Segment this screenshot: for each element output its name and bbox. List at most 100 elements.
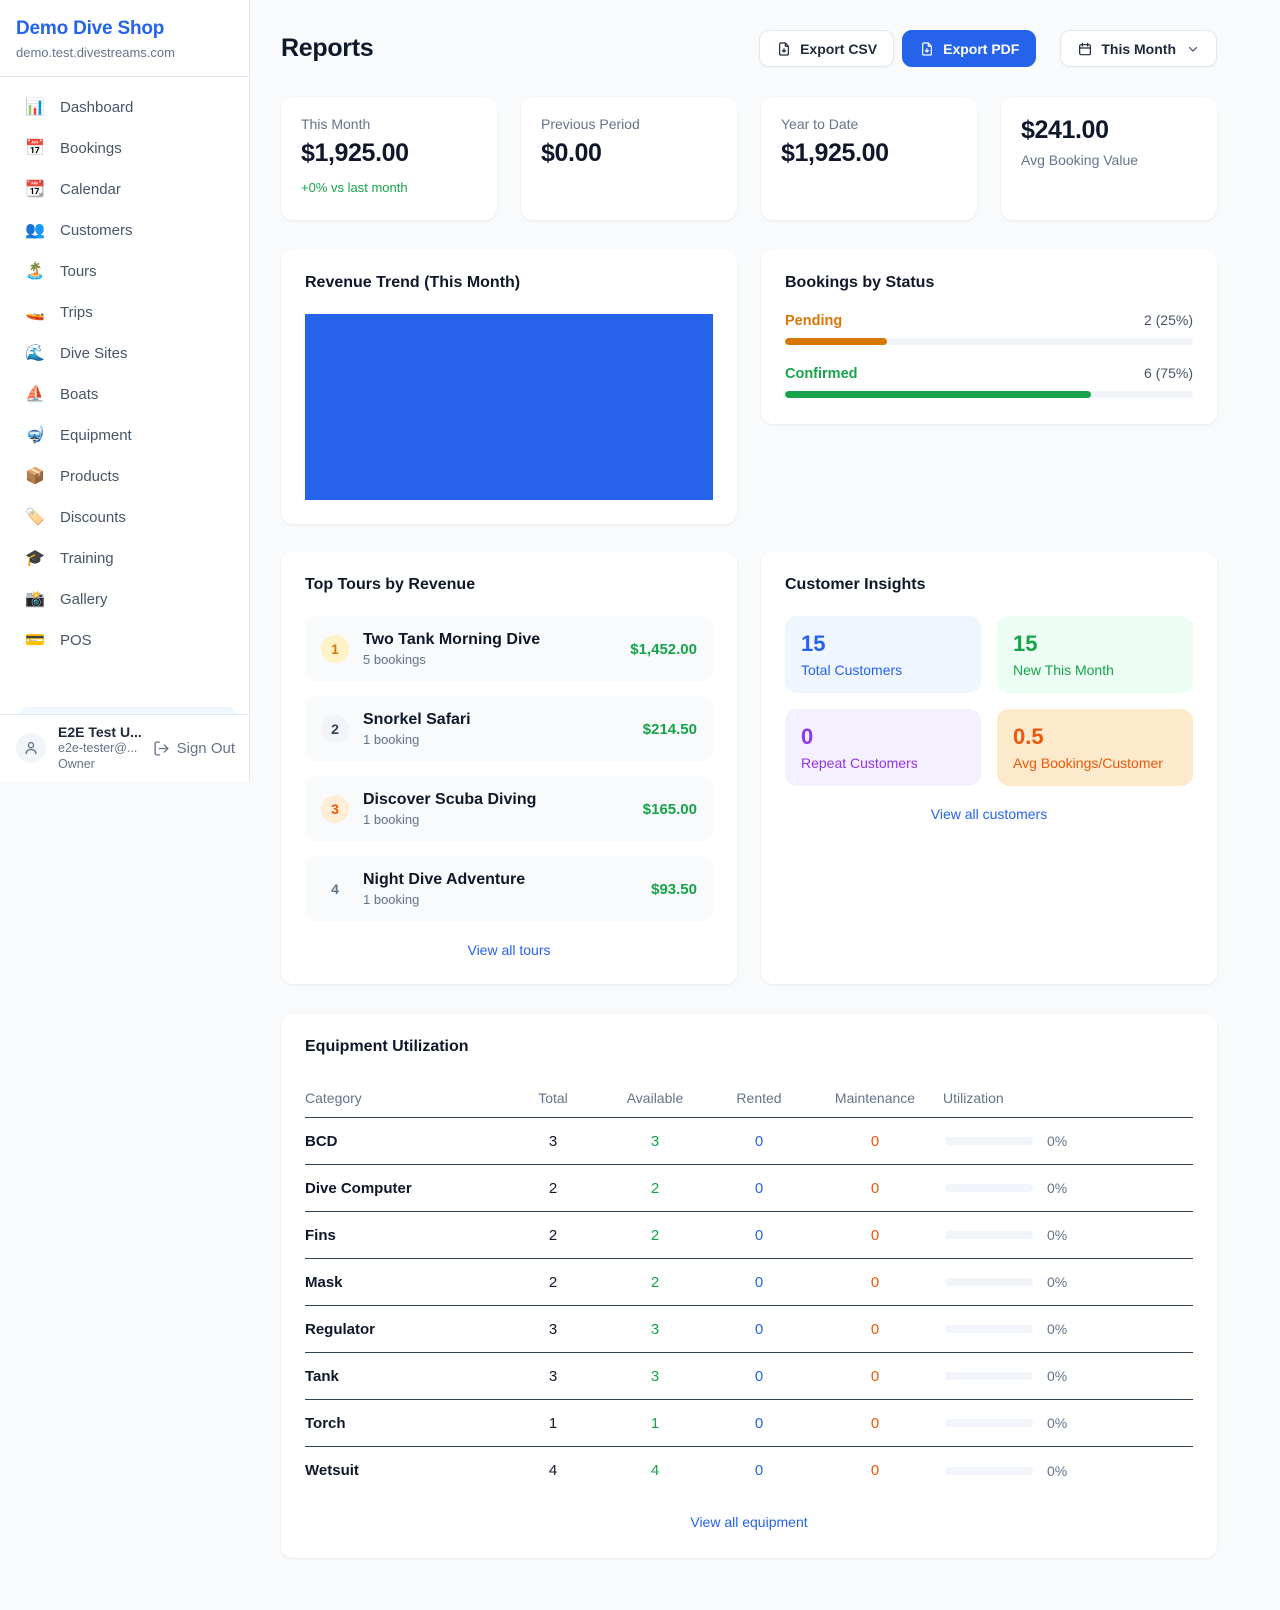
sign-out-icon (153, 740, 170, 757)
view-all-tours-link[interactable]: View all tours (467, 942, 550, 958)
user-name: E2E Test U... (58, 724, 141, 742)
sidebar-item-icon: 🤿 (24, 425, 46, 445)
revenue-trend-title: Revenue Trend (This Month) (305, 274, 713, 292)
sidebar-item[interactable]: 🎓 Training (12, 538, 237, 578)
equipment-row: Regulator 3 3 0 0 0% (305, 1306, 1193, 1353)
equipment-category: Wetsuit (305, 1462, 507, 1479)
export-csv-button[interactable]: Export CSV (759, 30, 894, 67)
equipment-category: BCD (305, 1133, 507, 1150)
view-all-customers-link[interactable]: View all customers (931, 806, 1047, 822)
stat-card: Avg Booking Value $241.00 (1001, 97, 1217, 220)
view-all-equipment-link[interactable]: View all equipment (690, 1514, 807, 1530)
insight-label: Repeat Customers (801, 755, 965, 771)
file-download-icon (919, 41, 935, 57)
col-header-rented: Rented (711, 1090, 807, 1106)
stat-label: Avg Booking Value (1021, 152, 1197, 168)
status-label: Confirmed (785, 366, 858, 382)
insight-value: 15 (1013, 631, 1177, 657)
sidebar-item[interactable]: 📅 Bookings (12, 128, 237, 168)
equipment-total: 2 (507, 1274, 599, 1291)
sidebar-item-label: Dashboard (60, 99, 133, 116)
tour-revenue: $93.50 (651, 881, 697, 898)
customer-insights-card: Customer Insights 15 Total Customers 15 … (761, 552, 1217, 984)
insight-label: Avg Bookings/Customer (1013, 755, 1177, 771)
tour-row: 3 Discover Scuba Diving 1 booking $165.0… (305, 776, 713, 842)
stats-row: This Month $1,925.00 +0% vs last month P… (281, 97, 1217, 220)
equipment-row: Dive Computer 2 2 0 0 0% (305, 1165, 1193, 1212)
col-header-available: Available (599, 1090, 711, 1106)
sidebar-item-icon: 🌊 (24, 343, 46, 363)
equipment-maintenance: 0 (807, 1462, 943, 1479)
sidebar-item-reports-partial[interactable] (20, 707, 235, 714)
equipment-maintenance: 0 (807, 1368, 943, 1385)
equipment-row: Torch 1 1 0 0 0% (305, 1400, 1193, 1447)
main-content: Reports Export CSV Export PDF (250, 0, 1280, 1598)
equipment-utilization-card: Equipment Utilization Category Total Ava… (281, 1014, 1217, 1558)
sidebar-item[interactable]: 🚤 Trips (12, 292, 237, 332)
insight-tile: 15 New This Month (997, 616, 1193, 693)
utilization-percent: 0% (1047, 1274, 1067, 1290)
sidebar-item[interactable]: ⛵ Boats (12, 374, 237, 414)
sidebar-item[interactable]: 🏷️ Discounts (12, 497, 237, 537)
utilization-bar-track (945, 1419, 1033, 1427)
equipment-rented: 0 (711, 1368, 807, 1385)
tour-row: 1 Two Tank Morning Dive 5 bookings $1,45… (305, 616, 713, 682)
period-dropdown[interactable]: This Month (1060, 30, 1217, 67)
user-role: Owner (58, 757, 141, 773)
sidebar-item-icon: ⛵ (24, 384, 46, 404)
sidebar-item-icon: 👥 (24, 220, 46, 240)
status-bar-fill (785, 338, 887, 345)
status-bar-track (785, 391, 1193, 398)
sidebar-item-icon: 🚤 (24, 302, 46, 322)
insight-tile: 0 Repeat Customers (785, 709, 981, 786)
sign-out-button[interactable]: Sign Out (153, 740, 235, 757)
equipment-rented: 0 (711, 1180, 807, 1197)
equipment-category: Fins (305, 1227, 507, 1244)
sidebar-item[interactable]: 🌊 Dive Sites (12, 333, 237, 373)
insight-value: 0.5 (1013, 724, 1177, 750)
utilization-percent: 0% (1047, 1133, 1067, 1149)
export-pdf-button[interactable]: Export PDF (902, 30, 1036, 67)
utilization-percent: 0% (1047, 1415, 1067, 1431)
sidebar-item-icon: 🎓 (24, 548, 46, 568)
sidebar-item[interactable]: 📸 Gallery (12, 579, 237, 619)
equipment-available: 2 (599, 1227, 711, 1244)
utilization-percent: 0% (1047, 1463, 1067, 1479)
sidebar-item[interactable]: 💳 POS (12, 620, 237, 660)
tour-name: Snorkel Safari (363, 711, 629, 729)
sidebar-item[interactable]: 📊 Dashboard (12, 87, 237, 127)
charts-row: Revenue Trend (This Month) Bookings by S… (281, 250, 1217, 524)
utilization-bar-track (945, 1184, 1033, 1192)
sidebar-item[interactable]: 🏝️ Tours (12, 251, 237, 291)
sidebar-item-label: Tours (60, 263, 97, 280)
equipment-row: Mask 2 2 0 0 0% (305, 1259, 1193, 1306)
stat-label: Previous Period (541, 116, 717, 132)
insight-label: New This Month (1013, 662, 1177, 678)
tour-bookings: 1 booking (363, 892, 637, 907)
status-count: 2 (25%) (1144, 312, 1193, 328)
sidebar-item[interactable]: 👥 Customers (12, 210, 237, 250)
stat-value: $0.00 (541, 139, 717, 168)
sidebar-item-icon: 🏝️ (24, 261, 46, 281)
sidebar-item[interactable]: 🤿 Equipment (12, 415, 237, 455)
tour-name: Discover Scuba Diving (363, 791, 629, 809)
sidebar-item-label: Boats (60, 386, 98, 403)
stat-label: Year to Date (781, 116, 957, 132)
top-tours-card: Top Tours by Revenue 1 Two Tank Morning … (281, 552, 737, 984)
equipment-rented: 0 (711, 1274, 807, 1291)
period-label: This Month (1101, 41, 1176, 57)
file-download-icon (776, 41, 792, 57)
insight-value: 0 (801, 724, 965, 750)
stat-card: This Month $1,925.00 +0% vs last month (281, 97, 497, 220)
tour-row: 4 Night Dive Adventure 1 booking $93.50 (305, 856, 713, 922)
utilization-bar-track (945, 1278, 1033, 1286)
equipment-row: BCD 3 3 0 0 0% (305, 1118, 1193, 1165)
equipment-total: 2 (507, 1180, 599, 1197)
equipment-category: Mask (305, 1274, 507, 1291)
sidebar-item[interactable]: 📆 Calendar (12, 169, 237, 209)
tour-revenue: $165.00 (643, 801, 697, 818)
sidebar-item[interactable]: 📦 Products (12, 456, 237, 496)
tour-name: Two Tank Morning Dive (363, 631, 616, 649)
stat-value: $1,925.00 (301, 139, 477, 168)
tour-rank-badge: 4 (321, 875, 349, 903)
